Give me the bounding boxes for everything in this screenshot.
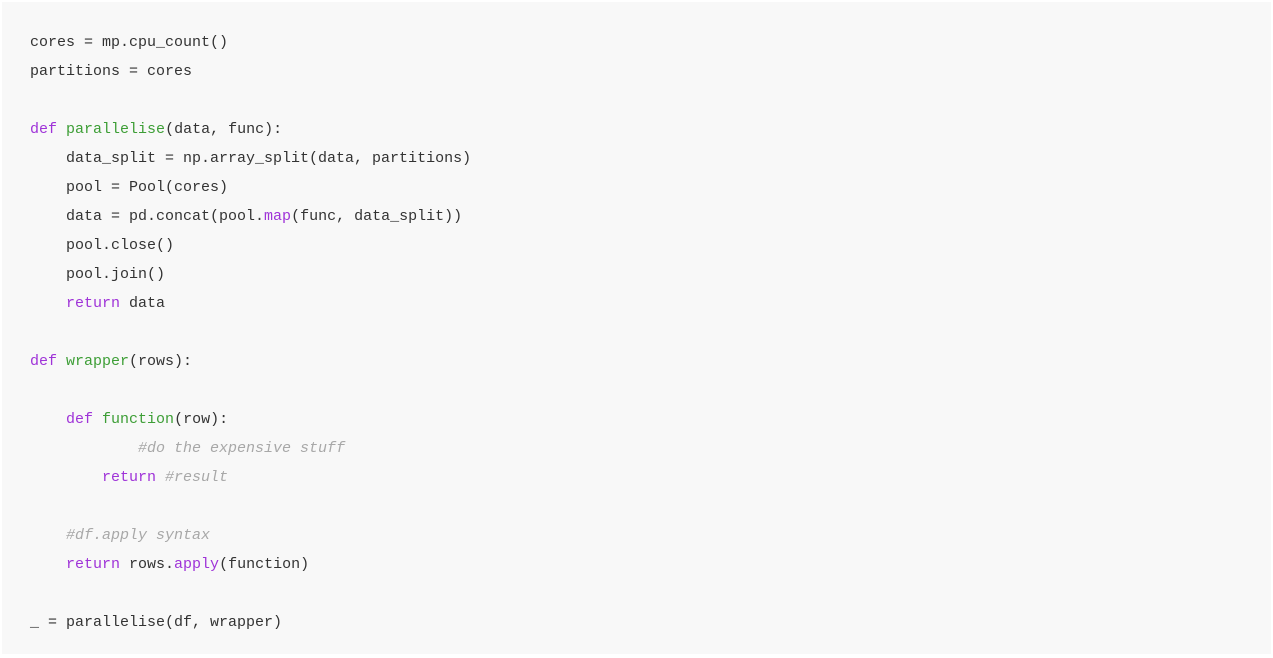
code-line: pool = Pool(cores) xyxy=(30,179,228,196)
code-line: data_split = np.array_split(data, partit… xyxy=(30,150,471,167)
method-apply: apply xyxy=(174,556,219,573)
keyword-return: return xyxy=(102,469,156,486)
function-name: wrapper xyxy=(66,353,129,370)
code-line: pool.join() xyxy=(30,266,165,283)
code-line: def wrapper(rows): xyxy=(30,353,192,370)
code-line: #do the expensive stuff xyxy=(30,440,345,457)
code-line: partitions = cores xyxy=(30,63,192,80)
comment: #df.apply syntax xyxy=(66,527,210,544)
keyword-return: return xyxy=(66,295,120,312)
code-line: def function(row): xyxy=(30,411,228,428)
keyword-def: def xyxy=(30,121,57,138)
code-block: cores = mp.cpu_count() partitions = core… xyxy=(2,2,1271,654)
keyword-def: def xyxy=(66,411,93,428)
code-line: #df.apply syntax xyxy=(30,527,210,544)
function-name: function xyxy=(102,411,174,428)
code-line: return rows.apply(function) xyxy=(30,556,309,573)
comment: #result xyxy=(165,469,228,486)
comment: #do the expensive stuff xyxy=(138,440,345,457)
code-line: def parallelise(data, func): xyxy=(30,121,282,138)
code-line: return data xyxy=(30,295,165,312)
code-line: cores = mp.cpu_count() xyxy=(30,34,228,51)
code-line: data = pd.concat(pool.map(func, data_spl… xyxy=(30,208,462,225)
keyword-return: return xyxy=(66,556,120,573)
code-line: _ = parallelise(df, wrapper) xyxy=(30,614,282,631)
method-map: map xyxy=(264,208,291,225)
code-line: return #result xyxy=(30,469,228,486)
code-line: pool.close() xyxy=(30,237,174,254)
keyword-def: def xyxy=(30,353,57,370)
function-name: parallelise xyxy=(66,121,165,138)
